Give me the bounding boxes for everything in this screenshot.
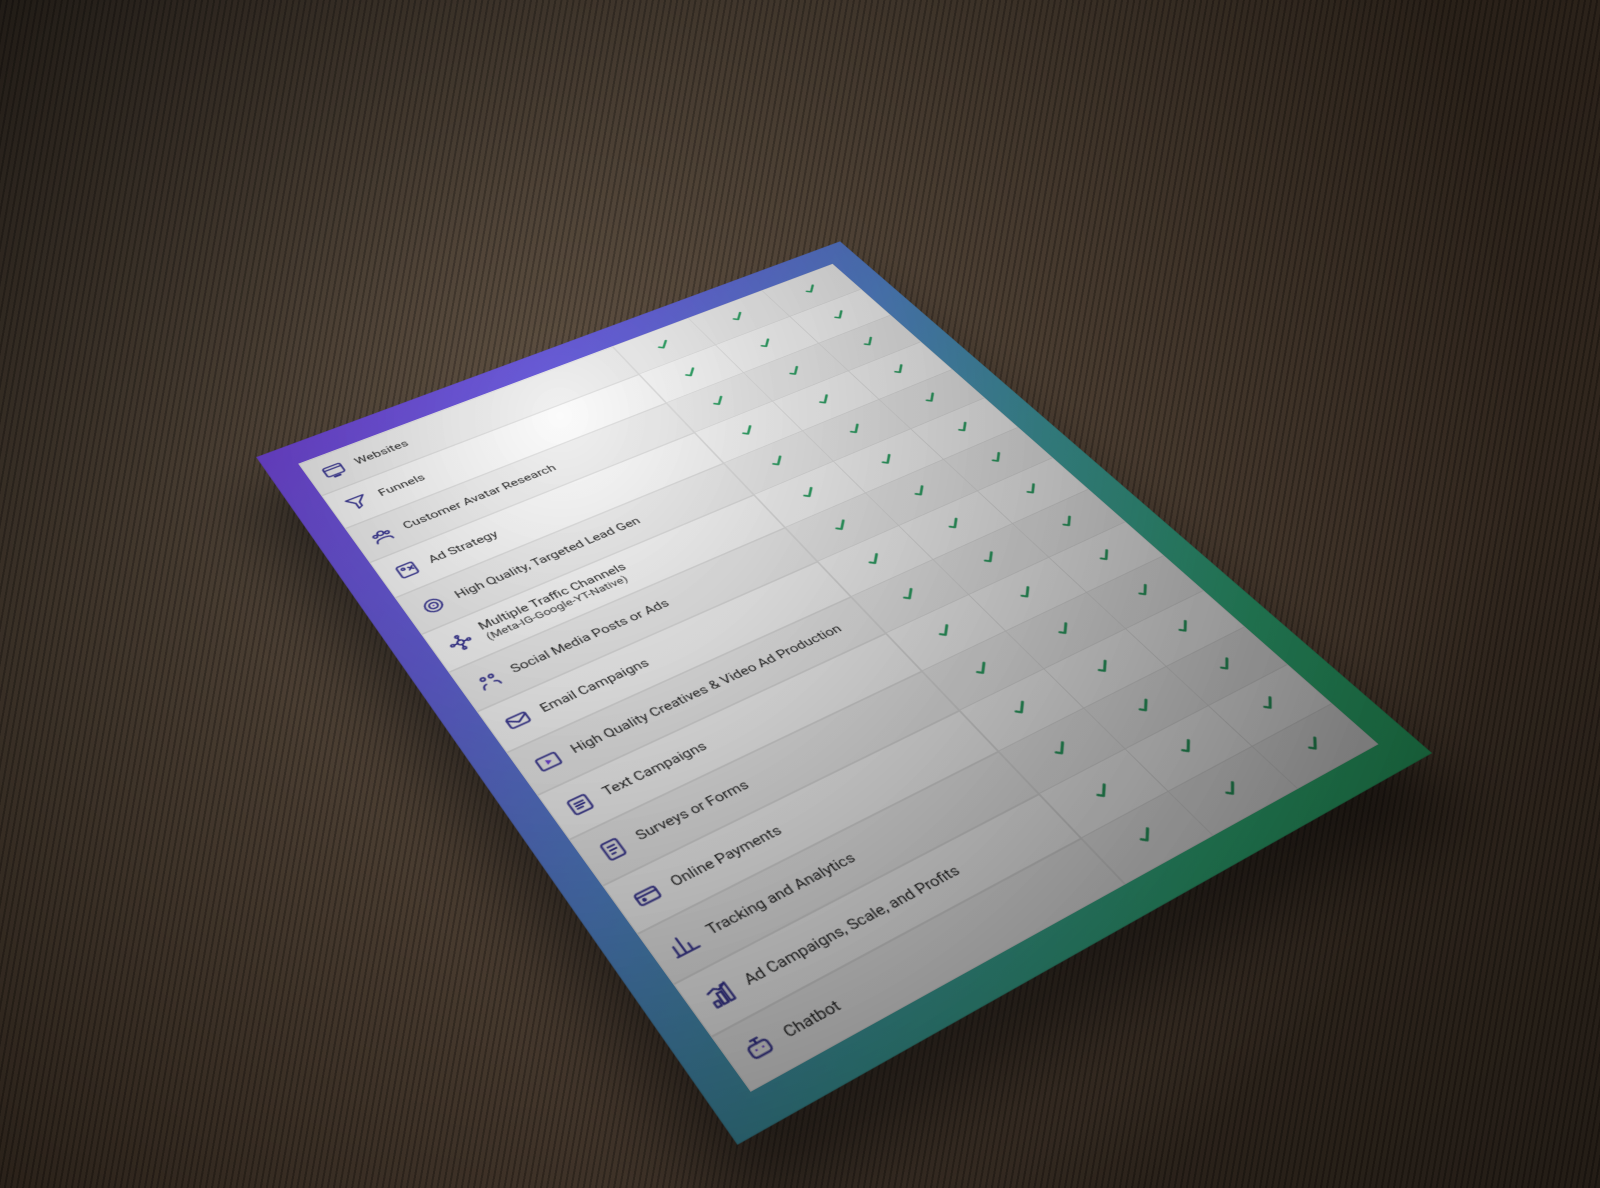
check-icon <box>1044 736 1078 761</box>
social-icon <box>470 667 507 694</box>
check-icon <box>906 481 935 500</box>
feature-table: WebsitesFunnelsCustomer Avatar ResearchA… <box>298 264 1379 1092</box>
funnel-icon <box>341 491 374 514</box>
check-icon <box>650 337 676 353</box>
check-icon <box>1053 512 1083 532</box>
scale-icon <box>699 977 742 1014</box>
check-icon <box>949 418 977 436</box>
check-icon <box>794 483 823 502</box>
check-icon <box>753 335 780 351</box>
feature-label: Funnels <box>376 472 429 499</box>
check-icon <box>966 657 998 680</box>
text-icon <box>560 789 599 820</box>
email-icon <box>499 706 536 735</box>
check-icon <box>859 549 889 570</box>
check-icon <box>1252 692 1285 716</box>
check-icon <box>1214 776 1249 802</box>
check-icon <box>939 514 969 534</box>
check-icon <box>1296 732 1330 757</box>
check-icon <box>734 422 762 440</box>
check-icon <box>982 448 1011 466</box>
check-icon <box>855 334 882 350</box>
check-icon <box>885 361 912 378</box>
feature-label: Websites <box>352 438 411 467</box>
check-icon <box>1209 653 1242 676</box>
check-icon <box>917 389 945 406</box>
check-icon <box>1017 480 1046 499</box>
check-icon <box>1170 734 1204 759</box>
check-icon <box>1168 616 1200 638</box>
check-icon <box>1128 694 1161 718</box>
analytics-icon <box>662 927 704 962</box>
chatbot-icon <box>737 1029 781 1067</box>
check-icon <box>1128 580 1159 601</box>
check-icon <box>893 584 924 605</box>
check-icon <box>811 391 839 408</box>
check-icon <box>1128 822 1163 849</box>
check-icon <box>826 307 852 323</box>
website-icon <box>318 459 350 481</box>
avatar-icon <box>365 524 399 548</box>
check-icon <box>826 515 856 535</box>
check-icon <box>1090 545 1121 565</box>
strategy-icon <box>390 558 424 583</box>
feature-table-panel: WebsitesFunnelsCustomer Avatar ResearchA… <box>298 264 1379 1092</box>
target-icon <box>416 593 451 618</box>
video-icon <box>529 747 567 777</box>
check-icon <box>929 620 960 642</box>
check-icon <box>677 364 704 381</box>
check-icon <box>1011 582 1042 603</box>
feature-label: Chatbot <box>779 996 845 1042</box>
check-icon <box>1085 778 1119 804</box>
channels-icon <box>443 629 479 655</box>
check-icon <box>841 420 869 438</box>
check-icon <box>974 547 1004 568</box>
check-icon <box>1004 696 1037 720</box>
survey-icon <box>593 833 633 865</box>
payment-icon <box>627 879 668 913</box>
check-icon <box>725 309 751 325</box>
check-icon <box>798 281 824 296</box>
check-icon <box>781 362 808 379</box>
perspective-stage: WebsitesFunnelsCustomer Avatar ResearchA… <box>420 110 1180 1079</box>
mockup-scene: WebsitesFunnelsCustomer Avatar ResearchA… <box>0 0 1600 1188</box>
check-icon <box>873 450 902 468</box>
check-icon <box>1087 655 1119 678</box>
check-icon <box>763 452 791 471</box>
check-icon <box>1048 618 1080 640</box>
check-icon <box>705 392 732 409</box>
gradient-sheet: WebsitesFunnelsCustomer Avatar ResearchA… <box>256 241 1432 1145</box>
